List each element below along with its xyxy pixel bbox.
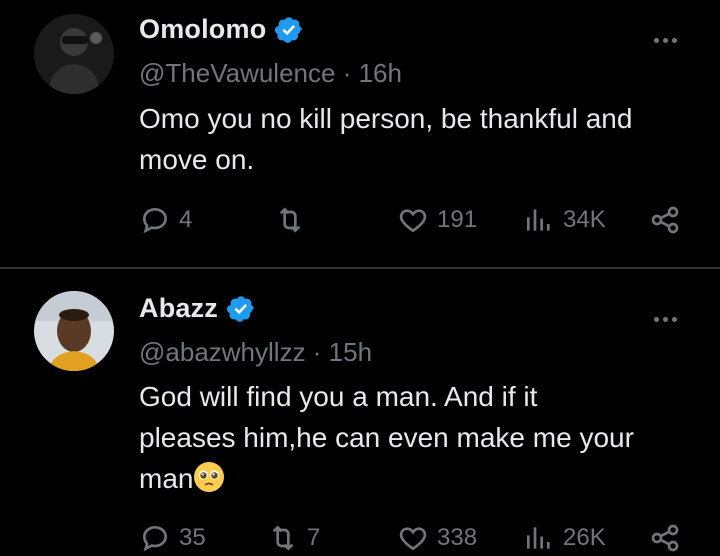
reply-count: 35 <box>179 524 206 551</box>
tweet-text-line: God will find you a man. And if it <box>139 381 538 412</box>
repost-icon <box>279 207 301 233</box>
tweet-text-line: move on. <box>139 144 255 175</box>
reply-count: 4 <box>179 206 193 233</box>
reply-icon <box>142 207 168 234</box>
tweet-text: God will find you a man. And if it pleas… <box>139 376 699 499</box>
handle[interactable]: @TheVawulence <box>139 58 335 88</box>
action-bar: 35 7 338 26K <box>139 522 689 556</box>
display-name[interactable]: Abazz <box>139 293 218 324</box>
more-options-icon[interactable] <box>654 30 684 43</box>
share-button[interactable] <box>649 204 689 236</box>
verified-badge-icon <box>226 295 254 322</box>
like-button[interactable]: 338 <box>397 522 477 554</box>
view-count: 26K <box>563 524 606 551</box>
tweet-text: Omo you no kill person, be thankful and … <box>139 98 699 180</box>
heart-icon <box>399 527 427 551</box>
like-count: 191 <box>437 206 478 233</box>
repost-icon <box>272 525 294 551</box>
views-bar-chart-icon <box>527 527 550 549</box>
action-bar: 4 191 34K <box>139 204 689 238</box>
avatar[interactable] <box>34 291 114 371</box>
reply-button[interactable]: 4 <box>139 204 192 236</box>
views-button[interactable]: 26K <box>523 522 606 554</box>
view-count: 34K <box>563 206 606 233</box>
share-button[interactable] <box>649 522 689 554</box>
tweet-text-line: man <box>139 463 194 494</box>
separator: · <box>335 58 359 88</box>
share-icon <box>651 524 679 552</box>
avatar[interactable] <box>34 14 114 94</box>
share-icon <box>651 206 679 234</box>
like-button[interactable]: 191 <box>397 204 477 236</box>
views-button[interactable]: 34K <box>523 204 606 236</box>
separator: · <box>305 337 329 367</box>
heart-icon <box>399 209 427 233</box>
reply-icon <box>142 525 168 552</box>
like-count: 338 <box>437 524 478 551</box>
timestamp[interactable]: 15h <box>329 337 372 367</box>
tweet-text-line: pleases him,he can even make me your <box>139 422 634 453</box>
tweet-2[interactable]: Abazz @abazwhyllzz · 15h God will find y… <box>0 269 720 552</box>
verified-badge-icon <box>275 16 303 43</box>
tweet-text-line: Omo you no kill person, be thankful and <box>139 103 633 134</box>
reply-button[interactable]: 35 <box>139 522 206 554</box>
pleading-face-emoji-icon <box>194 462 225 492</box>
timestamp[interactable]: 16h <box>359 58 402 88</box>
display-name[interactable]: Omolomo <box>139 14 266 45</box>
tweet-1[interactable]: Omolomo @TheVawulence · 16h Omo you no k… <box>0 0 720 267</box>
handle[interactable]: @abazwhyllzz <box>139 337 306 367</box>
repost-count: 7 <box>307 524 321 551</box>
repost-button[interactable]: 7 <box>267 522 320 554</box>
more-options-icon[interactable] <box>654 309 684 322</box>
repost-button[interactable] <box>274 204 314 236</box>
views-bar-chart-icon <box>527 209 550 231</box>
